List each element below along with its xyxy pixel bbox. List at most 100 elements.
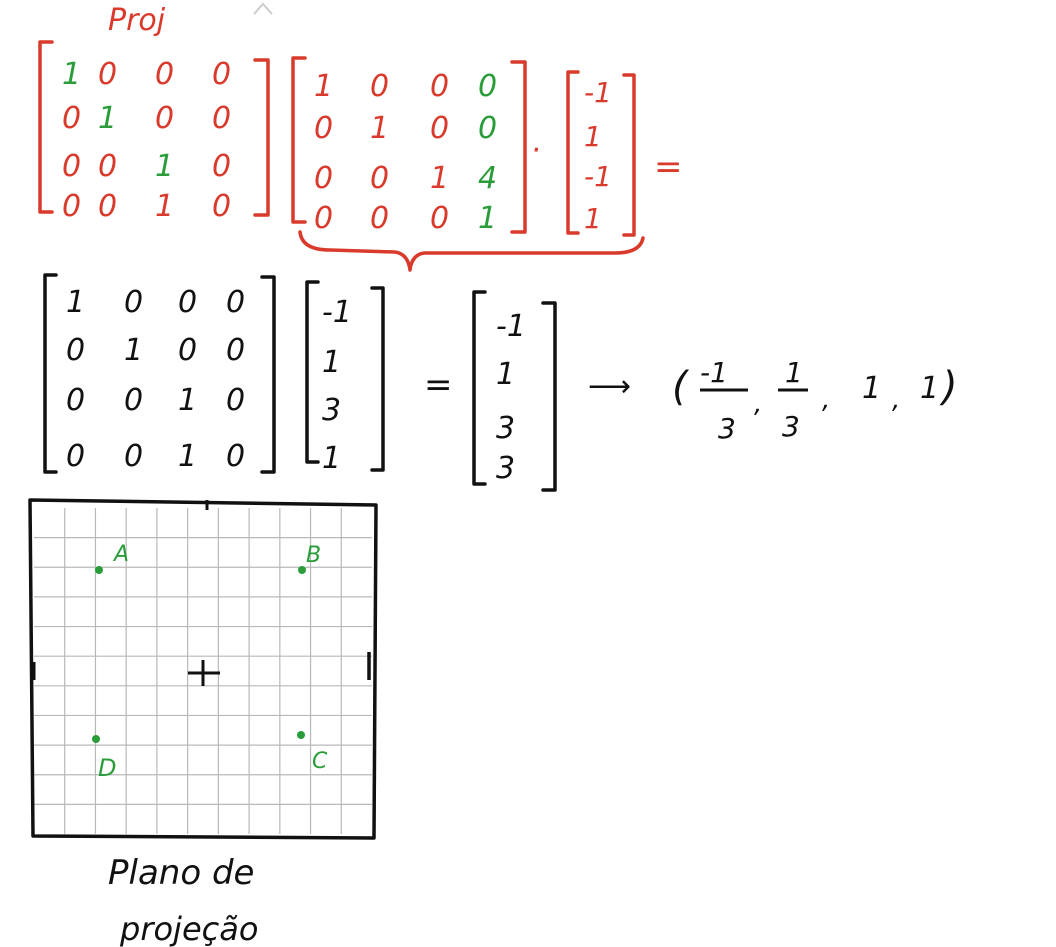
matrix-c-right-bracket [260, 275, 276, 474]
matrix-b-cell: 0 [314, 201, 333, 236]
result-vector-entry: 3 [496, 411, 515, 446]
matrix-a-cell: 0 [98, 57, 117, 92]
matrix-b-cell: 1 [370, 111, 389, 146]
point-b-marker [298, 566, 306, 574]
point-c-label: C [312, 749, 328, 774]
matrix-b-cell: 0 [430, 111, 449, 146]
matrix-b-cell: 1 [430, 161, 449, 196]
matrix-b-cell: 0 [314, 111, 333, 146]
point-b-label: B [306, 543, 321, 568]
point-c-marker [297, 731, 305, 739]
matrix-a-cell: 0 [98, 149, 117, 184]
vector-c: -1 1 3 1 [305, 280, 385, 476]
matrix-b-cell: 0 [430, 69, 449, 104]
matrix-a-cell: 0 [98, 189, 117, 224]
vector-c-right-bracket [370, 286, 385, 472]
matrix-a-cell: 0 [62, 149, 81, 184]
matrix-c-cell: 1 [124, 333, 143, 368]
matrix-a-cell: 0 [155, 101, 174, 136]
tuple-close-paren: ) [939, 364, 958, 410]
tuple-w: 1 [920, 371, 939, 406]
matrix-c-left-bracket [43, 273, 58, 474]
matrix-b-cell: 1 [478, 201, 497, 236]
tuple-comma-1: , [754, 389, 762, 419]
matrix-c-cell: 0 [124, 439, 143, 474]
matrix-a-cell: 0 [155, 57, 174, 92]
result-vector-entry: 3 [496, 451, 515, 486]
matrix-a-cell: 0 [62, 101, 81, 136]
result-vector-entry: 1 [496, 357, 515, 392]
vector-c-entry: 3 [322, 393, 341, 428]
result-left-bracket [472, 290, 487, 486]
matrix-b-right-bracket [510, 60, 527, 234]
matrix-b: 1 0 0 00 1 0 00 0 1 40 0 0 1 [291, 56, 527, 236]
matrix-a-cell: 1 [98, 101, 117, 136]
matrix-b-cell: 1 [314, 69, 333, 104]
matrix-b-cell: 0 [478, 111, 497, 146]
matrix-b-left-bracket [291, 56, 307, 224]
point-a-marker [95, 566, 103, 574]
matrix-c-cell: 0 [226, 285, 245, 320]
matrix-a-cell: 0 [212, 57, 231, 92]
matrix-b-cell: 4 [478, 161, 497, 196]
top-equals-sign: = [654, 147, 683, 187]
top-vector-entry: -1 [584, 76, 612, 109]
vector-right-bracket [622, 73, 636, 237]
matrix-b-cell: 0 [370, 161, 389, 196]
matrix-a-cell: 1 [155, 189, 174, 224]
matrix-c-cell: 1 [66, 285, 85, 320]
whiteboard-canvas: Proj 1 0 0 00 1 0 00 0 1 00 0 1 0 1 0 0 00 1 0 00 0 1 40 0 0 1 ·… [28, 2, 958, 947]
matrix-c-cell: 0 [226, 383, 245, 418]
matrix-b-cell: 0 [370, 201, 389, 236]
tuple-x-denominator: 3 [718, 412, 736, 445]
result-vector: -1 1 3 3 [472, 290, 557, 492]
matrix-a-cell: 1 [62, 57, 81, 92]
matrix-a-cell: 0 [212, 149, 231, 184]
result-tuple: ( -1 3 , 1 3 , 1 , 1 ) [672, 356, 958, 445]
matrix-b-cell: 0 [370, 69, 389, 104]
matrix-c: 1 0 0 00 1 0 00 0 1 00 0 1 0 [43, 273, 276, 474]
top-vector-entry: 1 [584, 202, 602, 235]
matrix-b-cell: 0 [478, 69, 497, 104]
matrix-a-cell: 1 [155, 149, 174, 184]
matrix-a-right-bracket [253, 58, 270, 217]
matrix-c-cell: 0 [226, 439, 245, 474]
top-vector: -1 1 -1 1 [566, 70, 636, 237]
matrix-b-cell: 0 [430, 201, 449, 236]
point-d-marker [92, 735, 100, 743]
matrix-c-cell: 0 [66, 439, 85, 474]
plane-caption-line2: projeção [119, 910, 258, 947]
matrix-c-cell: 0 [66, 333, 85, 368]
vector-c-entry: -1 [322, 295, 352, 330]
matrix-a: 1 0 0 00 1 0 00 0 1 00 0 1 0 [38, 40, 270, 224]
top-vector-entry: -1 [584, 160, 612, 193]
point-d-label: D [98, 754, 116, 782]
result-right-bracket [541, 301, 557, 492]
matrix-c-cell: 1 [178, 383, 197, 418]
matrix-c-cell: 0 [66, 383, 85, 418]
tuple-open-paren: ( [672, 364, 690, 410]
top-vector-entry: 1 [584, 120, 602, 153]
caret-up-icon [253, 2, 273, 15]
vector-c-entry: 1 [322, 441, 341, 476]
dot-operator: · [531, 133, 541, 168]
tuple-comma-2: , [822, 385, 830, 415]
tuple-y-denominator: 3 [782, 410, 800, 443]
matrix-c-cell: 0 [178, 285, 197, 320]
tuple-y-numerator: 1 [785, 356, 803, 389]
matrix-a-cell: 0 [212, 101, 231, 136]
vector-c-entry: 1 [322, 345, 341, 380]
result-vector-entry: -1 [496, 309, 526, 344]
matrix-b-cell: 0 [314, 161, 333, 196]
matrix-a-cell: 0 [212, 189, 231, 224]
matrix-a-left-bracket [38, 40, 54, 214]
matrix-c-cell: 0 [124, 285, 143, 320]
matrix-c-cell: 1 [178, 439, 197, 474]
plane-caption-line1: Plano de [108, 853, 254, 893]
point-a-label: A [112, 542, 129, 567]
arrow-icon: ⟶ [588, 369, 631, 404]
matrix-c-cell: 0 [178, 333, 197, 368]
proj-label: Proj [108, 3, 166, 38]
projection-plane: A B C D [28, 498, 378, 840]
matrix-c-cell: 0 [226, 333, 245, 368]
